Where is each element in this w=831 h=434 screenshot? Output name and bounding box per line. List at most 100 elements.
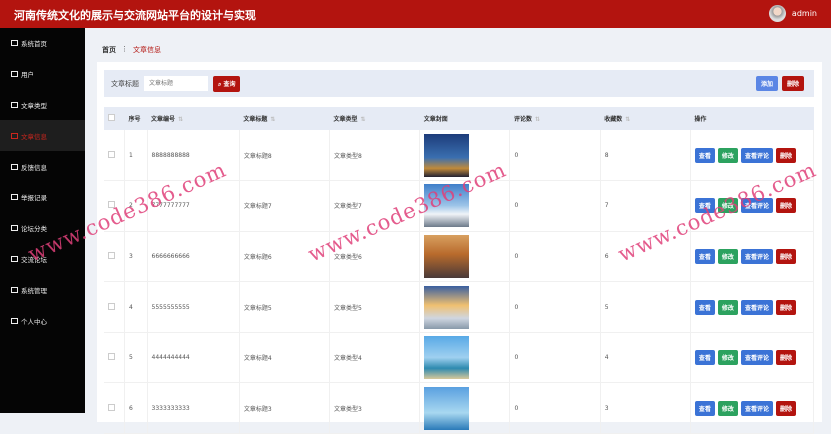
menu-icon [11,255,18,262]
add-button[interactable]: 添加 [755,76,778,91]
edit-button[interactable]: 修改 [717,147,738,163]
sort-icon[interactable]: ⇅ [178,116,183,123]
article-cover-image[interactable] [424,285,470,329]
article-title: 文章标题4 [239,332,331,384]
row-delete-button[interactable]: 删除 [775,400,796,416]
sidebar-item-5[interactable]: 举报记录 [0,182,85,213]
edit-button[interactable]: 修改 [717,400,738,416]
view-button[interactable]: 查看 [694,248,715,264]
query-button[interactable]: ⌕ 查询 [213,75,241,92]
row-actions: 查看 修改 查看评论 删除 [690,231,815,283]
row-actions: 查看 修改 查看评论 删除 [690,382,815,434]
article-code: 3333333333 [147,382,240,434]
row-delete-button[interactable]: 删除 [775,350,796,366]
view-comments-button[interactable]: 查看评论 [740,299,773,315]
column-header[interactable]: 文章编号 ⇅ [147,107,240,130]
row-actions: 查看 修改 查看评论 删除 [690,332,815,384]
sidebar-item-2[interactable]: 文章类型 [0,90,85,121]
select-all-checkbox[interactable] [104,107,125,130]
edit-button[interactable]: 修改 [717,350,738,366]
row-checkbox[interactable] [104,130,125,182]
view-button[interactable]: 查看 [694,147,715,163]
sort-icon[interactable]: ⇅ [535,116,540,123]
article-table: 序号 文章编号 ⇅ 文章标题 ⇅ 文章类型 ⇅ 文章封面 评论数 ⇅ 收藏数 ⇅ 操作 1 8888888… [104,107,815,434]
breadcrumb-home[interactable]: 首页 [102,45,116,55]
view-button[interactable]: 查看 [694,198,715,214]
article-title: 文章标题8 [239,130,331,182]
edit-button[interactable]: 修改 [717,248,738,264]
table-row: 4 5555555555 文章标题5 文章类型5 0 5 查看 修改 查看评论 删除 [104,281,815,333]
row-delete-button[interactable]: 删除 [775,147,796,163]
sidebar-item-label: 论坛分类 [21,225,47,234]
article-cover-cell [419,130,511,182]
edit-button[interactable]: 修改 [717,198,738,214]
article-type: 文章类型4 [329,332,421,384]
view-comments-button[interactable]: 查看评论 [740,147,773,163]
sidebar-item-7[interactable]: 交流论坛 [0,244,85,275]
view-button[interactable]: 查看 [694,350,715,366]
sidebar-item-label: 反馈信息 [21,163,47,172]
article-cover-image[interactable] [424,133,470,177]
sidebar-item-8[interactable]: 系统管理 [0,274,85,305]
top-header: 河南传统文化的展示与交流网站平台的设计与实现 admin [0,0,831,28]
row-checkbox[interactable] [104,231,125,283]
view-comments-button[interactable]: 查看评论 [740,198,773,214]
view-comments-button[interactable]: 查看评论 [740,248,773,264]
sidebar-item-4[interactable]: 反馈信息 [0,151,85,182]
view-comments-button[interactable]: 查看评论 [740,400,773,416]
comment-count: 0 [509,130,601,182]
article-code: 5555555555 [147,281,240,333]
row-checkbox[interactable] [104,382,125,434]
sort-icon[interactable]: ⇅ [270,116,275,123]
row-actions: 查看 修改 查看评论 删除 [690,281,815,333]
row-delete-button[interactable]: 删除 [775,248,796,264]
row-delete-button[interactable]: 删除 [775,299,796,315]
column-header[interactable]: 收藏数 ⇅ [600,107,691,130]
article-cover-image[interactable] [424,184,470,228]
row-index: 5 [124,332,148,384]
sidebar-item-label: 用户 [21,71,34,80]
sort-icon[interactable]: ⇅ [361,116,366,123]
user-menu[interactable]: admin [768,5,817,22]
article-code: 8888888888 [147,130,240,182]
row-actions: 查看 修改 查看评论 删除 [690,180,815,232]
sidebar-item-6[interactable]: 论坛分类 [0,213,85,244]
content-panel: 文章标题 ⌕ 查询 添加 删除 序号文章编号⇅文章标题⇅文章类型⇅文章封面评论数… [97,62,822,434]
article-cover-image[interactable] [424,336,470,380]
edit-button[interactable]: 修改 [717,299,738,315]
app-title: 河南传统文化的展示与交流网站平台的设计与实现 [14,9,256,22]
article-type: 文章类型8 [329,130,421,182]
menu-icon [11,163,18,170]
row-checkbox[interactable] [104,281,125,333]
column-header: 序号 [124,107,148,130]
article-cover-cell [419,332,511,384]
column-header[interactable]: 文章类型 ⇅ [329,107,420,130]
sidebar-item-3[interactable]: 文章信息 [0,120,85,152]
article-cover-cell [419,231,511,283]
row-checkbox[interactable] [104,332,125,384]
view-comments-button[interactable]: 查看评论 [740,350,773,366]
sidebar-item-0[interactable]: 系统首页 [0,28,85,59]
row-index: 3 [124,231,148,283]
sidebar-item-1[interactable]: 用户 [0,59,85,90]
row-checkbox[interactable] [104,180,125,232]
sort-icon[interactable]: ⇅ [625,116,630,123]
sidebar-item-label: 举报记录 [21,194,47,203]
row-index: 2 [124,180,148,232]
column-header[interactable]: 文章标题 ⇅ [239,107,330,130]
view-button[interactable]: 查看 [694,299,715,315]
breadcrumb: 首页 ⋮ 文章信息 [102,45,161,55]
title-search-input[interactable] [144,76,208,91]
view-button[interactable]: 查看 [694,400,715,416]
favorite-count: 4 [600,332,691,384]
article-cover-image[interactable] [424,234,470,278]
comment-count: 0 [509,180,601,232]
comment-count: 0 [509,231,601,283]
column-header[interactable]: 评论数 ⇅ [509,107,601,130]
comment-count: 0 [509,281,601,333]
row-delete-button[interactable]: 删除 [775,198,796,214]
table-row: 6 3333333333 文章标题3 文章类型3 0 3 查看 修改 查看评论 删除 [104,382,815,434]
sidebar-item-9[interactable]: 个人中心 [0,305,85,336]
article-cover-image[interactable] [424,386,470,430]
delete-button[interactable]: 删除 [781,76,804,91]
